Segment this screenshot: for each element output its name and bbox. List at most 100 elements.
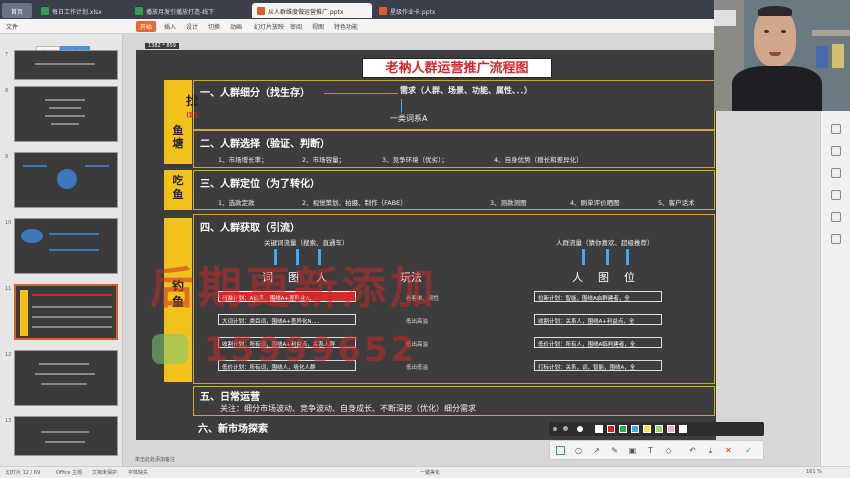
home-tab[interactable]: 首页 <box>2 3 32 18</box>
section-heading: 一、人群细分（找生存） <box>200 88 310 99</box>
animation-icon[interactable] <box>831 168 841 178</box>
tab-label: 星级作业卡.pptx <box>390 9 436 16</box>
share-icon[interactable] <box>831 234 841 244</box>
play-text: 低出高溢 <box>406 319 429 325</box>
section-heading: 三、人群定位（为了转化） <box>200 179 320 190</box>
tab-label: 播放月发引播放打造-线下 <box>146 9 215 16</box>
color-swatch[interactable] <box>631 425 639 433</box>
property-icon[interactable] <box>831 124 841 134</box>
sidebar-find-pond: 找 (定) 鱼塘 <box>164 80 198 164</box>
keyword-text: 一类词系A <box>390 114 428 123</box>
item: 3、测款测图 <box>490 199 527 207</box>
color-swatch[interactable] <box>607 425 615 433</box>
watermark-number: 15999652 <box>204 330 418 370</box>
arrow-icon[interactable]: ↗ <box>592 446 601 455</box>
slide-number: 12 <box>5 352 12 358</box>
slide-number: 7 <box>5 52 9 58</box>
undo-icon[interactable]: ↶ <box>688 446 697 455</box>
slide-thumbnail[interactable] <box>14 416 118 456</box>
zoom-level[interactable]: 161 % <box>806 469 822 475</box>
slide-number: 11 <box>5 286 12 292</box>
marker-icon[interactable]: ◇ <box>664 446 673 455</box>
slide[interactable]: 老衲人群运营推广流程图 找 (定) 鱼塘 吃鱼 钓鱼 一、人群细分（找生存） 需… <box>136 50 716 440</box>
item: 1、市场增长率； <box>218 156 268 164</box>
crowd-traffic-title: 人群流量（猜你喜欢、超级推荐） <box>556 239 654 247</box>
section-2-selection: 二、人群选择（验证、判断） 1、市场增长率； 2、市场容量； 3、竞争环境（优劣… <box>193 130 715 168</box>
section-heading: 五、日常运营 <box>200 392 260 403</box>
webcam-video <box>714 0 850 111</box>
section-heading: 二、人群选择（验证、判断） <box>200 139 330 150</box>
dot-small-icon[interactable] <box>553 427 557 431</box>
slide-title: 老衲人群运营推广流程图 <box>362 58 552 78</box>
char: 位 <box>624 271 635 284</box>
pen-icon[interactable]: ✎ <box>610 446 619 455</box>
close-icon[interactable]: ✕ <box>724 446 733 455</box>
slide-thumbnail[interactable] <box>14 152 118 208</box>
drawing-toolbar: ○ ↗ ✎ ▣ T ◇ ↶ ⤓ ✕ ✓ <box>549 440 764 460</box>
font-status[interactable]: 字体缺失 <box>128 469 148 476</box>
shape-icon[interactable] <box>831 146 841 156</box>
item: 1、选款定款 <box>218 199 255 207</box>
watermark-text: 后期更新添加 <box>150 263 438 314</box>
app-window: 首页 每日工作计划.xlsx 播放月发引播放打造-线下 从人群维度做运营推广.p… <box>0 0 850 478</box>
tab-label: 每日工作计划.xlsx <box>52 9 102 16</box>
tab-file-4[interactable]: 星级作业卡.pptx <box>374 3 444 18</box>
tab-file-1[interactable]: 每日工作计划.xlsx <box>36 3 128 18</box>
section-6-heading: 六、新市场探索 <box>198 424 268 435</box>
menu-slideshow[interactable]: 幻灯片放映 <box>254 22 284 31</box>
circle-icon[interactable]: ○ <box>574 446 583 455</box>
menu-view[interactable]: 视图 <box>312 22 324 31</box>
dot-medium-icon[interactable] <box>563 426 568 431</box>
slide-thumbnail-panel: 大纲幻灯片 7 8 9 10 <box>0 34 123 466</box>
dot-large-icon[interactable] <box>577 426 583 432</box>
char: 图 <box>598 271 609 284</box>
slide-info: 幻灯片 12 / 69 <box>6 470 41 476</box>
slide-thumbnail-selected[interactable] <box>14 284 118 340</box>
tab-file-2[interactable]: 播放月发引播放打造-线下 <box>130 3 250 18</box>
menu-features[interactable]: 特色功能 <box>334 22 358 31</box>
spreadsheet-icon <box>135 7 143 15</box>
annotation-palette <box>549 422 764 436</box>
menu-transition[interactable]: 切换 <box>208 22 220 31</box>
item: 5、客户话术 <box>658 199 695 207</box>
tab-file-3[interactable]: 从人群维度做运营推广.pptx <box>252 3 372 18</box>
section-heading: 四、人群获取（引流） <box>200 223 300 234</box>
menu-review[interactable]: 审阅 <box>290 22 302 31</box>
menu-home[interactable]: 开始 <box>136 21 157 32</box>
plan-lowprice-crowd: 低价计划：所有人，围绕A临判建者，全 <box>534 337 662 348</box>
color-swatch[interactable] <box>679 425 687 433</box>
highlighter-icon[interactable]: ▣ <box>628 446 637 455</box>
slide-thumbnail[interactable] <box>14 350 118 406</box>
tab-label: 从人群维度做运营推广.pptx <box>268 9 344 16</box>
color-swatch[interactable] <box>619 425 627 433</box>
rectangle-icon[interactable] <box>556 446 565 455</box>
menu-insert[interactable]: 插入 <box>164 22 176 31</box>
menu-animation[interactable]: 动画 <box>230 22 242 31</box>
item: 4、刷单评价晒图 <box>570 199 620 207</box>
slide-thumbnail[interactable] <box>14 86 118 142</box>
color-swatch[interactable] <box>667 425 675 433</box>
color-swatch[interactable] <box>643 425 651 433</box>
status-bar: 幻灯片 12 / 69 Office 主题 文档未保护 字体缺失 一键美化 16… <box>0 466 850 478</box>
notes-placeholder[interactable]: 单击此处添加备注 <box>135 456 175 463</box>
slide-thumbnail[interactable] <box>14 50 118 80</box>
protect-status[interactable]: 文档未保护 <box>92 469 117 476</box>
download-icon[interactable]: ⤓ <box>706 446 715 455</box>
menu-file[interactable]: 文件 <box>6 22 18 31</box>
text-icon[interactable]: T <box>646 446 655 455</box>
size-badge: 1382 * 859 <box>145 43 179 49</box>
menu-design[interactable]: 设计 <box>186 22 198 31</box>
spreadsheet-icon <box>41 7 49 15</box>
layout-icon[interactable] <box>831 190 841 200</box>
color-swatch[interactable] <box>655 425 663 433</box>
color-swatch[interactable] <box>595 425 603 433</box>
need-text: 需求（人群、场景、功能、属性、．．） <box>400 86 532 95</box>
confirm-icon[interactable]: ✓ <box>744 446 753 455</box>
beautify-button[interactable]: 一键美化 <box>420 469 440 476</box>
section-1-segmentation: 一、人群细分（找生存） 需求（人群、场景、功能、属性、．．） 一类词系A <box>193 80 715 130</box>
slide-number: 13 <box>5 418 12 424</box>
slide-thumbnail[interactable] <box>14 218 118 274</box>
item: 2、市场容量； <box>302 156 346 164</box>
presentation-icon <box>379 7 387 15</box>
comment-icon[interactable] <box>831 212 841 222</box>
